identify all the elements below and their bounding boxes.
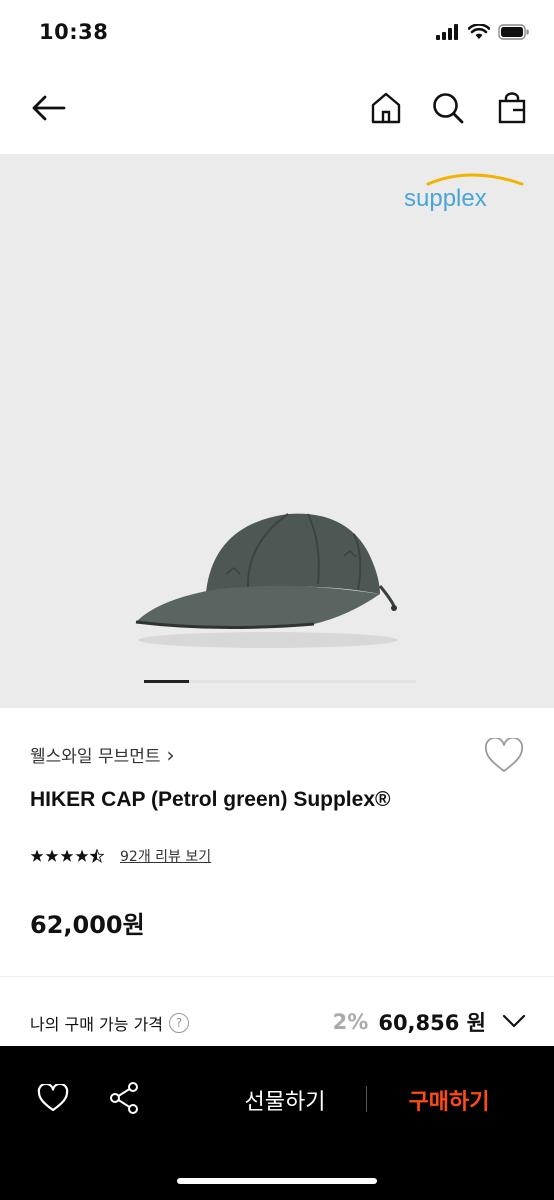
bottom-wishlist-button[interactable] [31,1078,75,1122]
section-divider [0,976,554,977]
status-icons [436,23,530,44]
my-price-row[interactable]: 나의 구매 가능 가격 ? 2% 60,856 원 [30,1005,526,1041]
back-arrow-icon [30,94,66,126]
battery-icon [498,24,530,44]
home-indicator[interactable] [177,1178,377,1184]
my-price-label: 나의 구매 가능 가격 [30,1015,164,1034]
bottom-action-bar: 선물하기 구매하기 [0,1046,554,1200]
star-full-icon [75,849,89,862]
chevron-down-icon[interactable] [502,1013,526,1032]
cart-button[interactable] [490,88,534,132]
brand-name: 웰스와일 무브먼트 [30,747,161,767]
rating-stars [30,849,104,863]
home-icon [371,92,401,128]
search-button[interactable] [426,88,470,132]
heart-icon [37,1082,69,1116]
my-price-value-group: 2% 60,856 원 [333,1007,526,1037]
home-button[interactable] [364,88,408,132]
product-image-carousel[interactable]: supplex [0,154,554,708]
wishlist-button[interactable] [484,736,524,778]
carousel-pager [144,680,416,683]
star-full-icon [30,849,44,862]
button-separator [366,1086,367,1112]
search-icon [432,92,464,128]
star-full-icon [60,849,74,862]
shopping-bag-icon [498,92,526,128]
product-title: HIKER CAP (Petrol green) Supplex® [30,788,391,811]
buy-button[interactable]: 구매하기 [386,1080,512,1120]
rating-row: 92개 리뷰 보기 [30,846,211,866]
top-navigation [0,68,554,154]
supplex-logo: supplex [400,170,530,216]
wifi-icon [467,23,491,44]
review-link[interactable]: 92개 리뷰 보기 [120,846,211,866]
status-time: 10:38 [39,20,109,44]
brand-link[interactable]: 웰스와일 무브먼트 › [30,742,175,768]
share-icon [108,1081,140,1119]
cap-product-photo [118,494,418,658]
my-price-label-group: 나의 구매 가능 가격 ? [30,1011,190,1035]
my-price-value: 60,856 원 [378,1011,486,1035]
chevron-right-icon: › [166,742,175,767]
status-bar: 10:38 [0,0,554,68]
share-button[interactable] [102,1078,146,1122]
back-button[interactable] [26,88,70,132]
product-price: 62,000원 [30,911,145,939]
star-full-icon [45,849,59,862]
star-half-icon [90,849,104,863]
heart-outline-icon [484,736,524,778]
signal-icon [436,24,460,44]
carousel-pager-active [144,680,189,683]
help-icon[interactable]: ? [169,1013,190,1033]
logo-text: supplex [404,185,487,212]
my-price-discount: 2% [332,1010,369,1034]
gift-button[interactable]: 선물하기 [222,1080,348,1120]
